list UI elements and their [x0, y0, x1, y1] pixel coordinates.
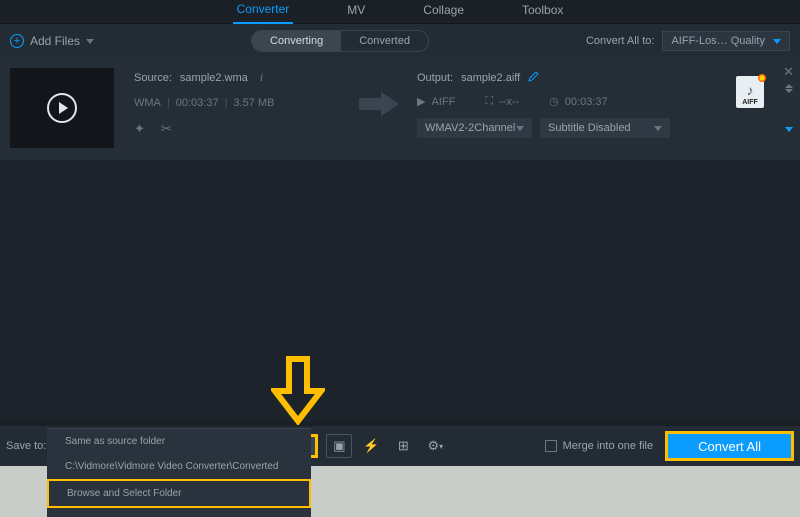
- convert-all-button[interactable]: Convert All: [665, 431, 794, 461]
- empty-area: [0, 160, 800, 422]
- tab-mv[interactable]: MV: [343, 3, 369, 23]
- output-resolution: --x--: [499, 96, 519, 108]
- clock-icon: ◷: [549, 95, 559, 108]
- add-files-label: Add Files: [30, 34, 80, 48]
- merge-label: Merge into one file: [563, 440, 654, 452]
- chevron-down-icon: [516, 126, 524, 131]
- chevron-down-icon: [86, 39, 94, 44]
- star-icon[interactable]: ✦: [134, 121, 145, 137]
- tab-toolbox[interactable]: Toolbox: [518, 3, 567, 23]
- seg-converting[interactable]: Converting: [252, 31, 341, 51]
- chevron-down-icon: [654, 126, 662, 131]
- save-option-default-path[interactable]: C:\Vidmore\Vidmore Video Converter\Conve…: [47, 454, 311, 479]
- format-chevron-icon[interactable]: [785, 127, 793, 132]
- save-path-options: Same as source folder C:\Vidmore\Vidmore…: [47, 428, 311, 508]
- convert-all-to-value: AIFF-Los… Quality: [671, 35, 765, 47]
- output-label: Output:: [417, 72, 453, 84]
- item-side-controls: ✕: [783, 64, 794, 132]
- chevron-down-icon: [773, 39, 781, 44]
- convert-all-to-label: Convert All to:: [586, 35, 654, 47]
- output-format-badge[interactable]: ♪ AIFF: [736, 76, 764, 108]
- add-files-button[interactable]: + Add Files: [10, 34, 94, 48]
- convert-all-to: Convert All to: AIFF-Los… Quality: [586, 31, 790, 51]
- toolbar: + Add Files Converting Converted Convert…: [0, 24, 800, 58]
- convert-all-to-dropdown[interactable]: AIFF-Los… Quality: [662, 31, 790, 51]
- settings-button[interactable]: ⚙▾: [422, 434, 448, 458]
- open-folder-button[interactable]: ▣: [326, 434, 352, 458]
- source-meta: WMA|00:03:37|3.57 MB: [134, 97, 359, 109]
- subtitle-dropdown[interactable]: Subtitle Disabled: [540, 118, 670, 138]
- media-item-row: Source: sample2.wma i WMA|00:03:37|3.57 …: [0, 58, 800, 160]
- tab-converter[interactable]: Converter: [233, 2, 294, 24]
- main-tabs: Converter MV Collage Toolbox: [0, 0, 800, 24]
- save-option-browse[interactable]: Browse and Select Folder: [47, 479, 311, 508]
- audio-channel-dropdown[interactable]: WMAV2-2Channel: [417, 118, 532, 138]
- output-duration: 00:03:37: [565, 96, 608, 108]
- output-column: Output: sample2.aiff ▶ AIFF ⛶ --x-- ◷ 00:03…: [417, 68, 790, 138]
- flash-button[interactable]: ⚡: [358, 434, 384, 458]
- source-filename: sample2.wma: [180, 72, 248, 84]
- save-option-same-source[interactable]: Same as source folder: [47, 429, 311, 454]
- output-format: AIFF: [431, 96, 455, 108]
- close-icon[interactable]: ✕: [783, 64, 794, 80]
- arrow-right-icon: [359, 92, 399, 116]
- reorder-icon[interactable]: [785, 84, 793, 93]
- source-column: Source: sample2.wma i WMA|00:03:37|3.57 …: [134, 68, 359, 137]
- cut-icon[interactable]: ✂: [161, 121, 172, 137]
- tool-icons: ▣ ⚡ ⊞ ⚙▾: [326, 434, 448, 458]
- seg-converted[interactable]: Converted: [341, 31, 428, 51]
- save-to-label: Save to:: [6, 440, 46, 452]
- play-icon: [47, 93, 77, 123]
- info-icon[interactable]: i: [256, 70, 267, 85]
- music-note-icon: ♪: [747, 82, 754, 98]
- bg-strip: [0, 466, 47, 517]
- tab-collage[interactable]: Collage: [419, 3, 468, 23]
- checkbox-icon: [545, 440, 557, 452]
- thumbnail[interactable]: [10, 68, 114, 148]
- expand-icon: ⛶: [485, 95, 493, 108]
- hw-accel-button[interactable]: ⊞: [390, 434, 416, 458]
- source-label: Source:: [134, 72, 172, 84]
- segmented-status: Converting Converted: [251, 30, 429, 52]
- output-filename: sample2.aiff: [461, 72, 520, 84]
- audio-icon: ▶: [417, 95, 425, 108]
- bg-strip: [311, 466, 800, 517]
- plus-icon: +: [10, 34, 24, 48]
- merge-checkbox[interactable]: Merge into one file: [545, 440, 654, 452]
- edit-icon[interactable]: [528, 70, 540, 85]
